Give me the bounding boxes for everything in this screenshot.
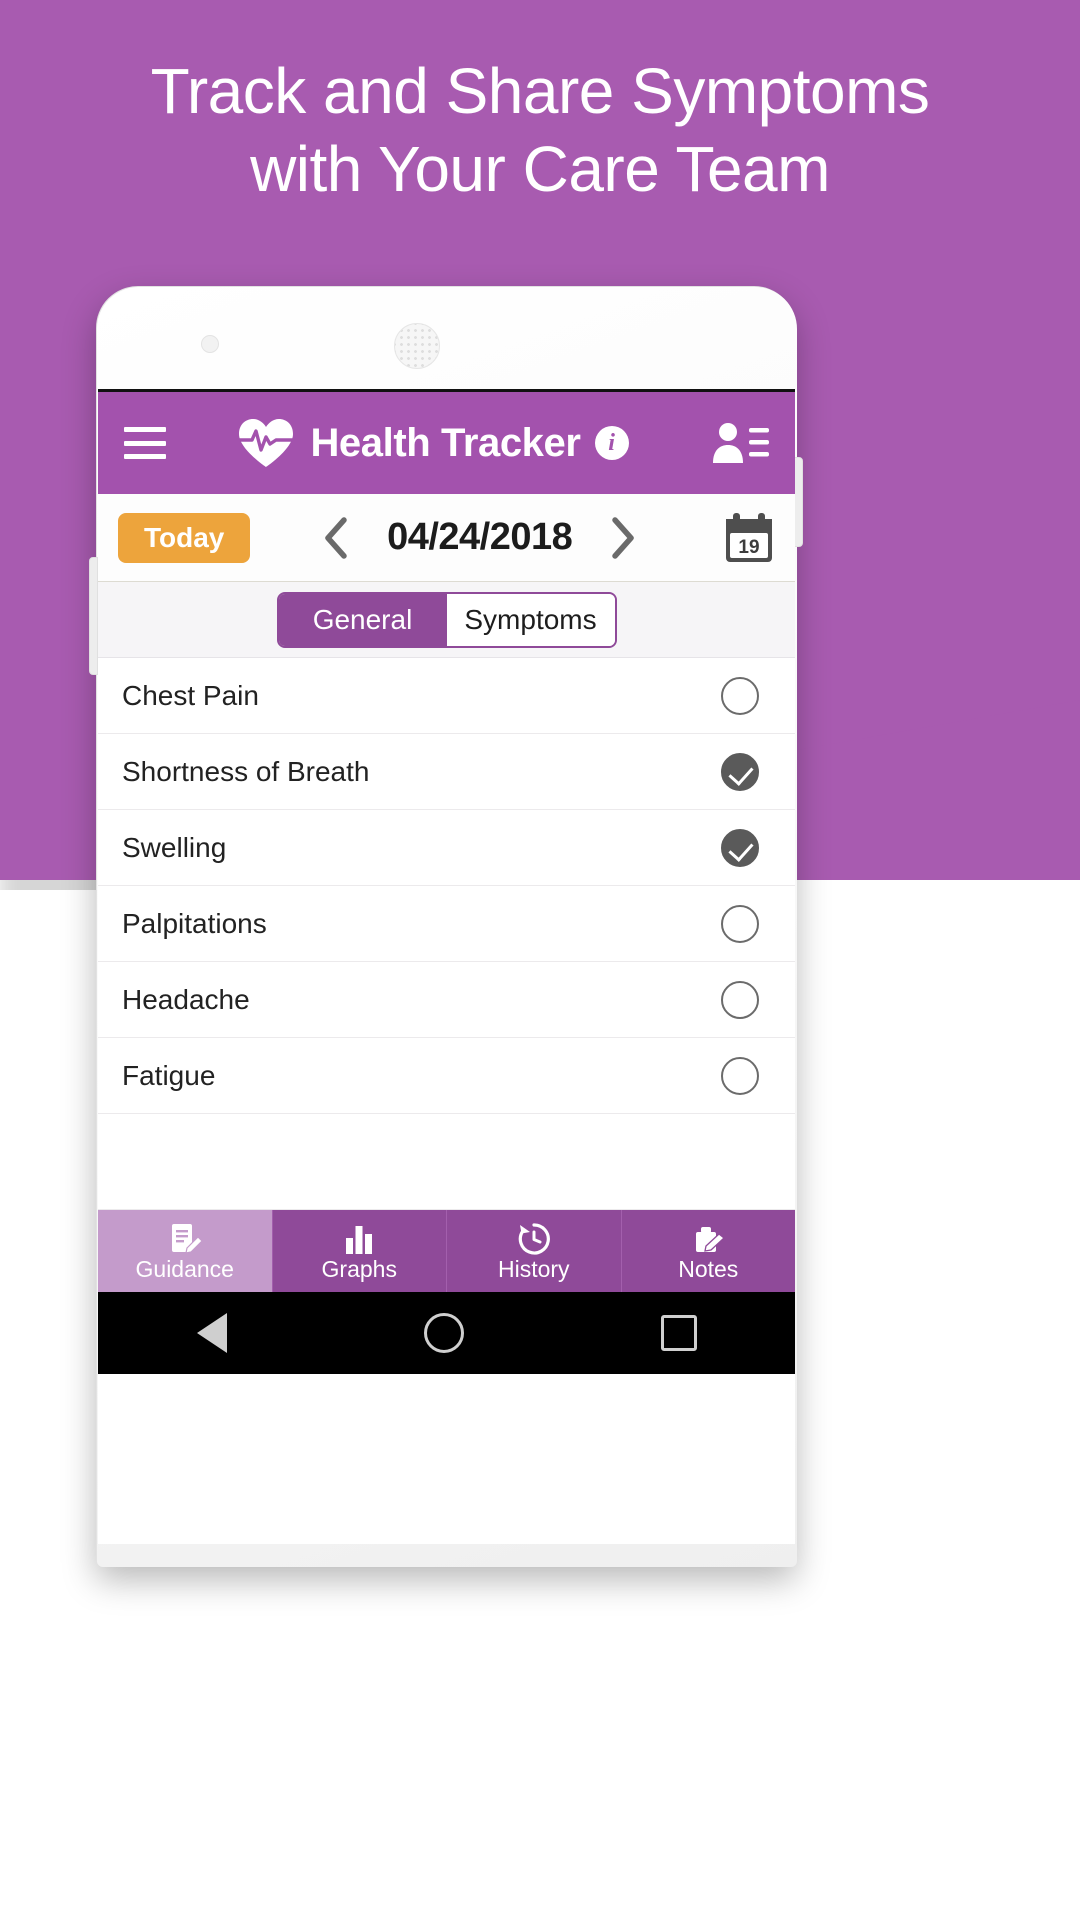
segmented-tab-strip: General Symptoms (98, 582, 795, 658)
symptom-list: Chest Pain Shortness of Breath Swelling … (98, 658, 795, 1210)
chevron-right-icon[interactable] (610, 516, 636, 559)
nav-label: Guidance (135, 1255, 234, 1282)
nav-item-graphs[interactable]: Graphs (272, 1210, 447, 1292)
recents-square-icon[interactable] (660, 1315, 697, 1351)
home-circle-icon[interactable] (423, 1313, 464, 1353)
nav-label: Graphs (321, 1255, 397, 1282)
nav-item-guidance[interactable]: Guidance (98, 1210, 273, 1292)
nav-label: Notes (678, 1255, 739, 1282)
heart-pulse-icon (236, 419, 297, 467)
list-item[interactable]: Chest Pain (98, 658, 795, 734)
tab-symptoms[interactable]: Symptoms (446, 593, 615, 646)
tab-group: General Symptoms (276, 591, 617, 648)
phone-power-button[interactable] (89, 557, 98, 675)
promo-stage: Track and Share Symptoms with Your Care … (0, 0, 1080, 1920)
symptom-label: Headache (122, 983, 250, 1015)
front-camera-icon (201, 335, 219, 353)
app-bar: Health Tracker i (98, 392, 795, 494)
symptom-checkbox[interactable] (721, 1056, 759, 1095)
nav-item-notes[interactable]: Notes (621, 1210, 795, 1292)
today-button[interactable]: Today (118, 512, 251, 563)
app-title: Health Tracker (310, 420, 581, 465)
contacts-person-list-icon[interactable] (711, 419, 769, 467)
bottom-navigation-bar: Guidance Graphs History Notes (98, 1210, 795, 1292)
date-navigation-bar: Today 04/24/2018 19 (98, 494, 795, 582)
list-item[interactable]: Swelling (98, 810, 795, 886)
phone-device: Health Tracker i Today 04/24/2018 19 Gen… (89, 286, 803, 1567)
calendar-day-number: 19 (738, 537, 759, 558)
back-triangle-icon[interactable] (196, 1313, 227, 1353)
nav-label: History (497, 1255, 570, 1282)
info-icon[interactable]: i (594, 426, 629, 460)
app-title-group: Health Tracker i (154, 417, 711, 469)
symptom-label: Swelling (122, 831, 227, 863)
symptom-label: Palpitations (122, 907, 267, 939)
symptom-checkbox[interactable] (721, 676, 759, 715)
document-pen-icon (171, 1223, 203, 1254)
nav-item-history[interactable]: History (447, 1210, 622, 1292)
symptom-label: Chest Pain (122, 679, 259, 711)
list-empty-space (98, 1114, 795, 1210)
list-item[interactable]: Fatigue (98, 1038, 795, 1114)
earpiece-speaker-icon (394, 323, 440, 369)
date-stepper: 04/24/2018 (236, 516, 723, 559)
symptom-checkbox[interactable] (721, 980, 759, 1019)
symptom-checkbox[interactable] (721, 828, 759, 867)
notes-pen-icon (696, 1226, 726, 1252)
tab-general[interactable]: General (278, 593, 447, 646)
chevron-left-icon[interactable] (323, 516, 349, 559)
bar-chart-icon (346, 1225, 373, 1254)
symptom-label: Shortness of Breath (122, 755, 370, 787)
current-date[interactable]: 04/24/2018 (387, 516, 573, 559)
list-item[interactable]: Headache (98, 962, 795, 1038)
promo-headline: Track and Share Symptoms with Your Care … (150, 55, 930, 205)
phone-screen: Health Tracker i Today 04/24/2018 19 Gen… (98, 389, 795, 1544)
list-item[interactable]: Shortness of Breath (98, 734, 795, 810)
symptom-label: Fatigue (122, 1059, 216, 1091)
android-system-nav (98, 1292, 795, 1374)
symptom-checkbox[interactable] (721, 904, 759, 943)
symptom-checkbox[interactable] (721, 752, 759, 791)
calendar-icon[interactable]: 19 (723, 511, 775, 565)
phone-volume-button[interactable] (794, 457, 803, 547)
phone-chin (97, 1543, 797, 1565)
list-item[interactable]: Palpitations (98, 886, 795, 962)
clock-history-icon (518, 1222, 550, 1255)
